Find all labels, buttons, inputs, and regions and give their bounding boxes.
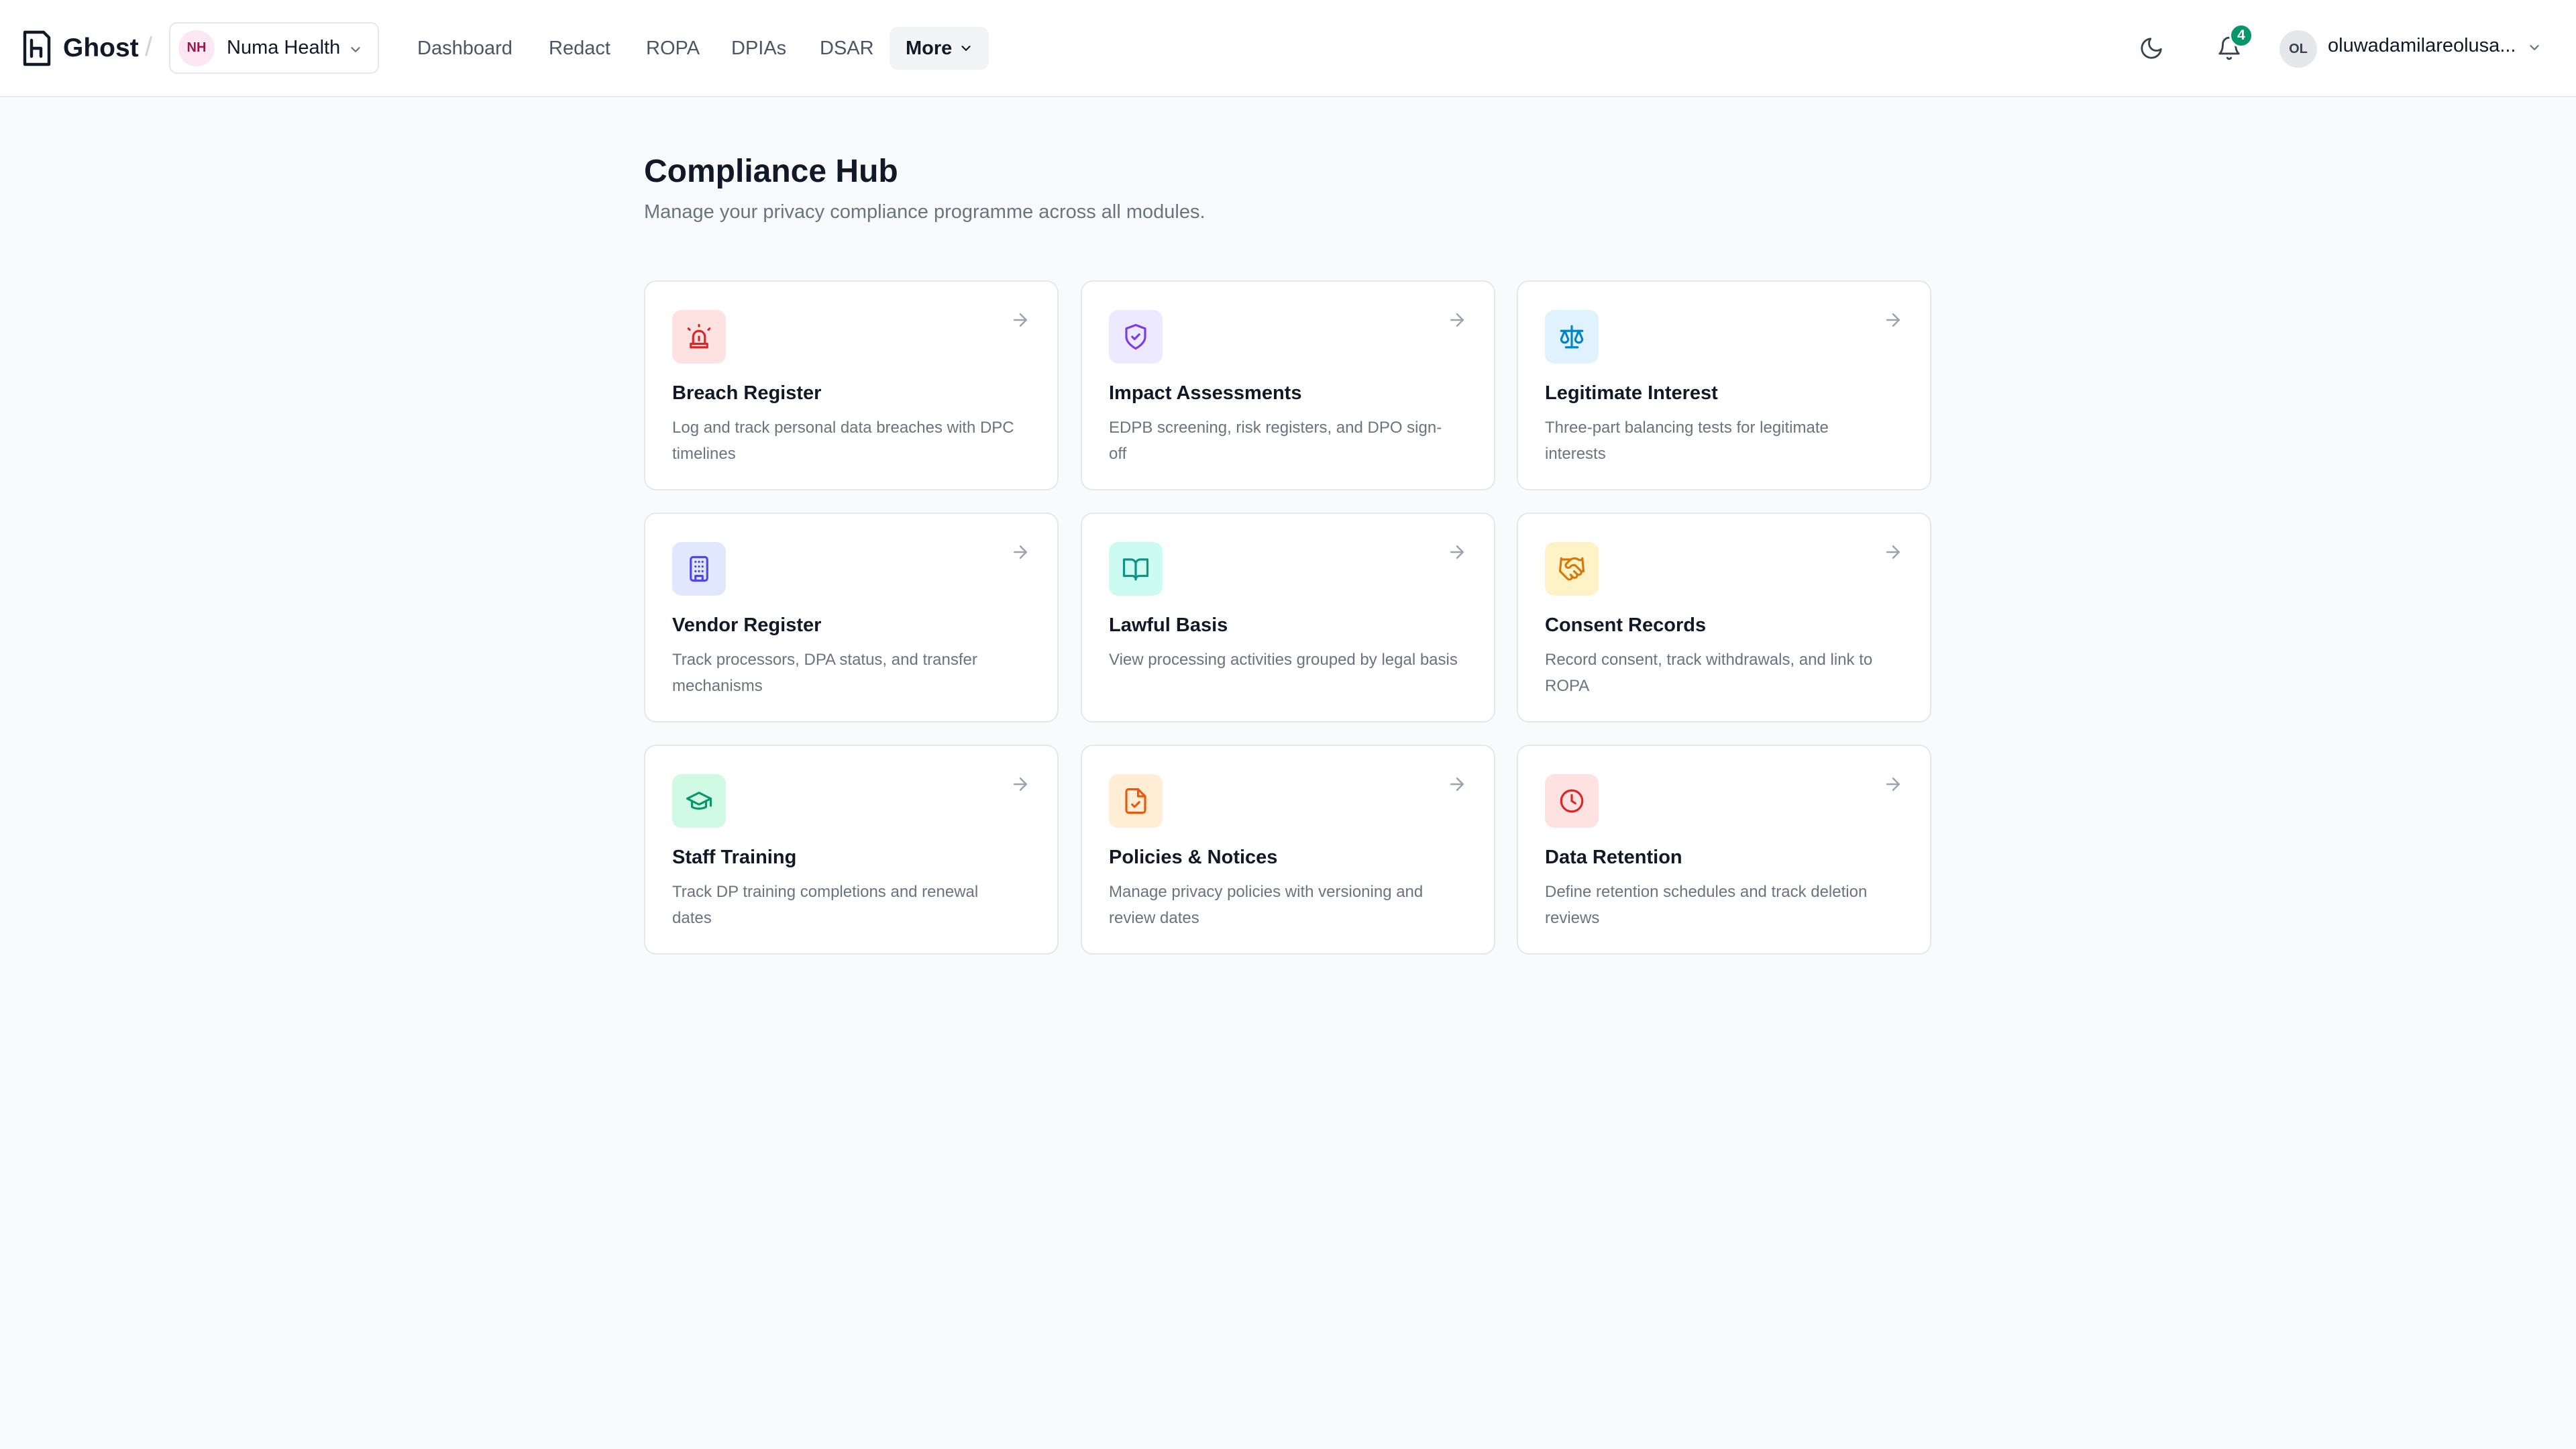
app-name: Ghost	[63, 34, 139, 62]
arrow-right-icon	[1450, 777, 1464, 791]
clock-icon	[1560, 789, 1584, 813]
graduation-cap-icon	[686, 792, 712, 810]
card-title: Lawful Basis	[1109, 614, 1228, 636]
handshake-icon	[1558, 557, 1585, 581]
arrow-right-icon	[1014, 313, 1027, 327]
module-card-impact-assessments[interactable]: Impact Assessments EDPB screening, risk …	[1081, 280, 1495, 490]
user-name[interactable]: oluwadamilareolusa...	[2328, 35, 2516, 57]
org-avatar: NH	[178, 30, 215, 66]
app-logo[interactable]: Ghost	[20, 27, 139, 70]
module-card-consent-records[interactable]: Consent Records Record consent, track wi…	[1517, 513, 1931, 722]
card-description: EDPB screening, risk registers, and DPO …	[1109, 419, 1442, 463]
file-check-icon	[1125, 788, 1146, 814]
card-description: View processing activities grouped by le…	[1109, 651, 1458, 669]
chevron-down-icon[interactable]	[2527, 40, 2542, 55]
arrow-right-icon	[1450, 545, 1464, 559]
book-open-icon	[1122, 558, 1149, 581]
card-description: Record consent, track withdrawals, and l…	[1545, 651, 1873, 695]
module-card-policies-notices[interactable]: Policies & Notices Manage privacy polici…	[1081, 745, 1495, 955]
card-title: Vendor Register	[672, 614, 822, 636]
theme-toggle-button[interactable]	[2134, 31, 2169, 66]
page-title: Compliance Hub	[644, 154, 898, 189]
shield-check-icon	[1125, 323, 1146, 350]
module-card-breach-register[interactable]: Breach Register Log and track personal d…	[644, 280, 1059, 490]
module-card-legitimate-interest[interactable]: Legitimate Interest Three-part balancing…	[1517, 280, 1931, 490]
impact-icon-container	[1109, 310, 1163, 364]
nav-dpias[interactable]: DPIAs	[731, 27, 786, 70]
arrow-right-icon	[1014, 777, 1027, 791]
card-title: Data Retention	[1545, 847, 1682, 868]
module-card-lawful-basis[interactable]: Lawful Basis View processing activities …	[1081, 513, 1495, 722]
nav-more-label: More	[906, 37, 953, 59]
module-card-vendor-register[interactable]: Vendor Register Track processors, DPA st…	[644, 513, 1059, 722]
policies-icon-container	[1109, 774, 1163, 828]
card-description: Three-part balancing tests for legitimat…	[1545, 419, 1829, 463]
card-title: Consent Records	[1545, 614, 1707, 636]
nav-dsar[interactable]: DSAR	[820, 27, 874, 70]
arrow-right-icon	[1886, 545, 1900, 559]
training-icon-container	[672, 774, 726, 828]
notification-count-badge: 4	[2229, 23, 2253, 48]
org-name: Numa Health	[227, 37, 341, 58]
arrow-right-icon	[1450, 313, 1464, 327]
breach-icon-container	[672, 310, 726, 364]
chevron-down-icon	[961, 46, 971, 51]
org-switcher[interactable]: NH Numa Health	[169, 22, 379, 74]
card-description: Manage privacy policies with versioning …	[1109, 883, 1424, 927]
chevron-down-icon	[351, 47, 360, 52]
siren-icon	[687, 323, 711, 349]
arrow-right-icon	[1886, 777, 1900, 791]
nav-redact[interactable]: Redact	[549, 27, 610, 70]
arrow-right-icon	[1014, 545, 1027, 559]
nav-dashboard[interactable]: Dashboard	[417, 27, 513, 70]
retention-icon-container	[1545, 774, 1599, 828]
vendor-icon-container	[672, 542, 726, 596]
arrow-right-icon	[1886, 313, 1900, 327]
scale-icon	[1560, 325, 1584, 349]
card-description: Define retention schedules and track del…	[1545, 883, 1868, 927]
legitimate-icon-container	[1545, 310, 1599, 364]
breadcrumb-separator: /	[145, 32, 153, 62]
module-card-staff-training[interactable]: Staff Training Track DP training complet…	[644, 745, 1059, 955]
top-navigation-bar: Ghost / NH Numa Health Dashboard Redact …	[0, 0, 2576, 97]
card-title: Legitimate Interest	[1545, 382, 1718, 404]
module-card-data-retention[interactable]: Data Retention Define retention schedule…	[1517, 745, 1931, 955]
building-icon	[690, 555, 708, 582]
ghost-logo-icon	[23, 30, 51, 66]
lawful-icon-container	[1109, 542, 1163, 596]
consent-icon-container	[1545, 542, 1599, 596]
card-title: Breach Register	[672, 382, 822, 404]
card-title: Impact Assessments	[1109, 382, 1302, 404]
card-description: Track DP training completions and renewa…	[672, 883, 979, 927]
card-description: Track processors, DPA status, and transf…	[672, 651, 977, 695]
user-avatar[interactable]: OL	[2279, 30, 2317, 68]
card-description: Log and track personal data breaches wit…	[672, 419, 1014, 463]
nav-ropa[interactable]: ROPA	[646, 27, 700, 70]
nav-more-dropdown[interactable]: More	[890, 27, 989, 70]
moon-icon	[2141, 38, 2162, 59]
card-title: Staff Training	[672, 847, 797, 868]
page-subtitle: Manage your privacy compliance programme…	[644, 201, 1205, 223]
card-title: Policies & Notices	[1109, 847, 1278, 868]
